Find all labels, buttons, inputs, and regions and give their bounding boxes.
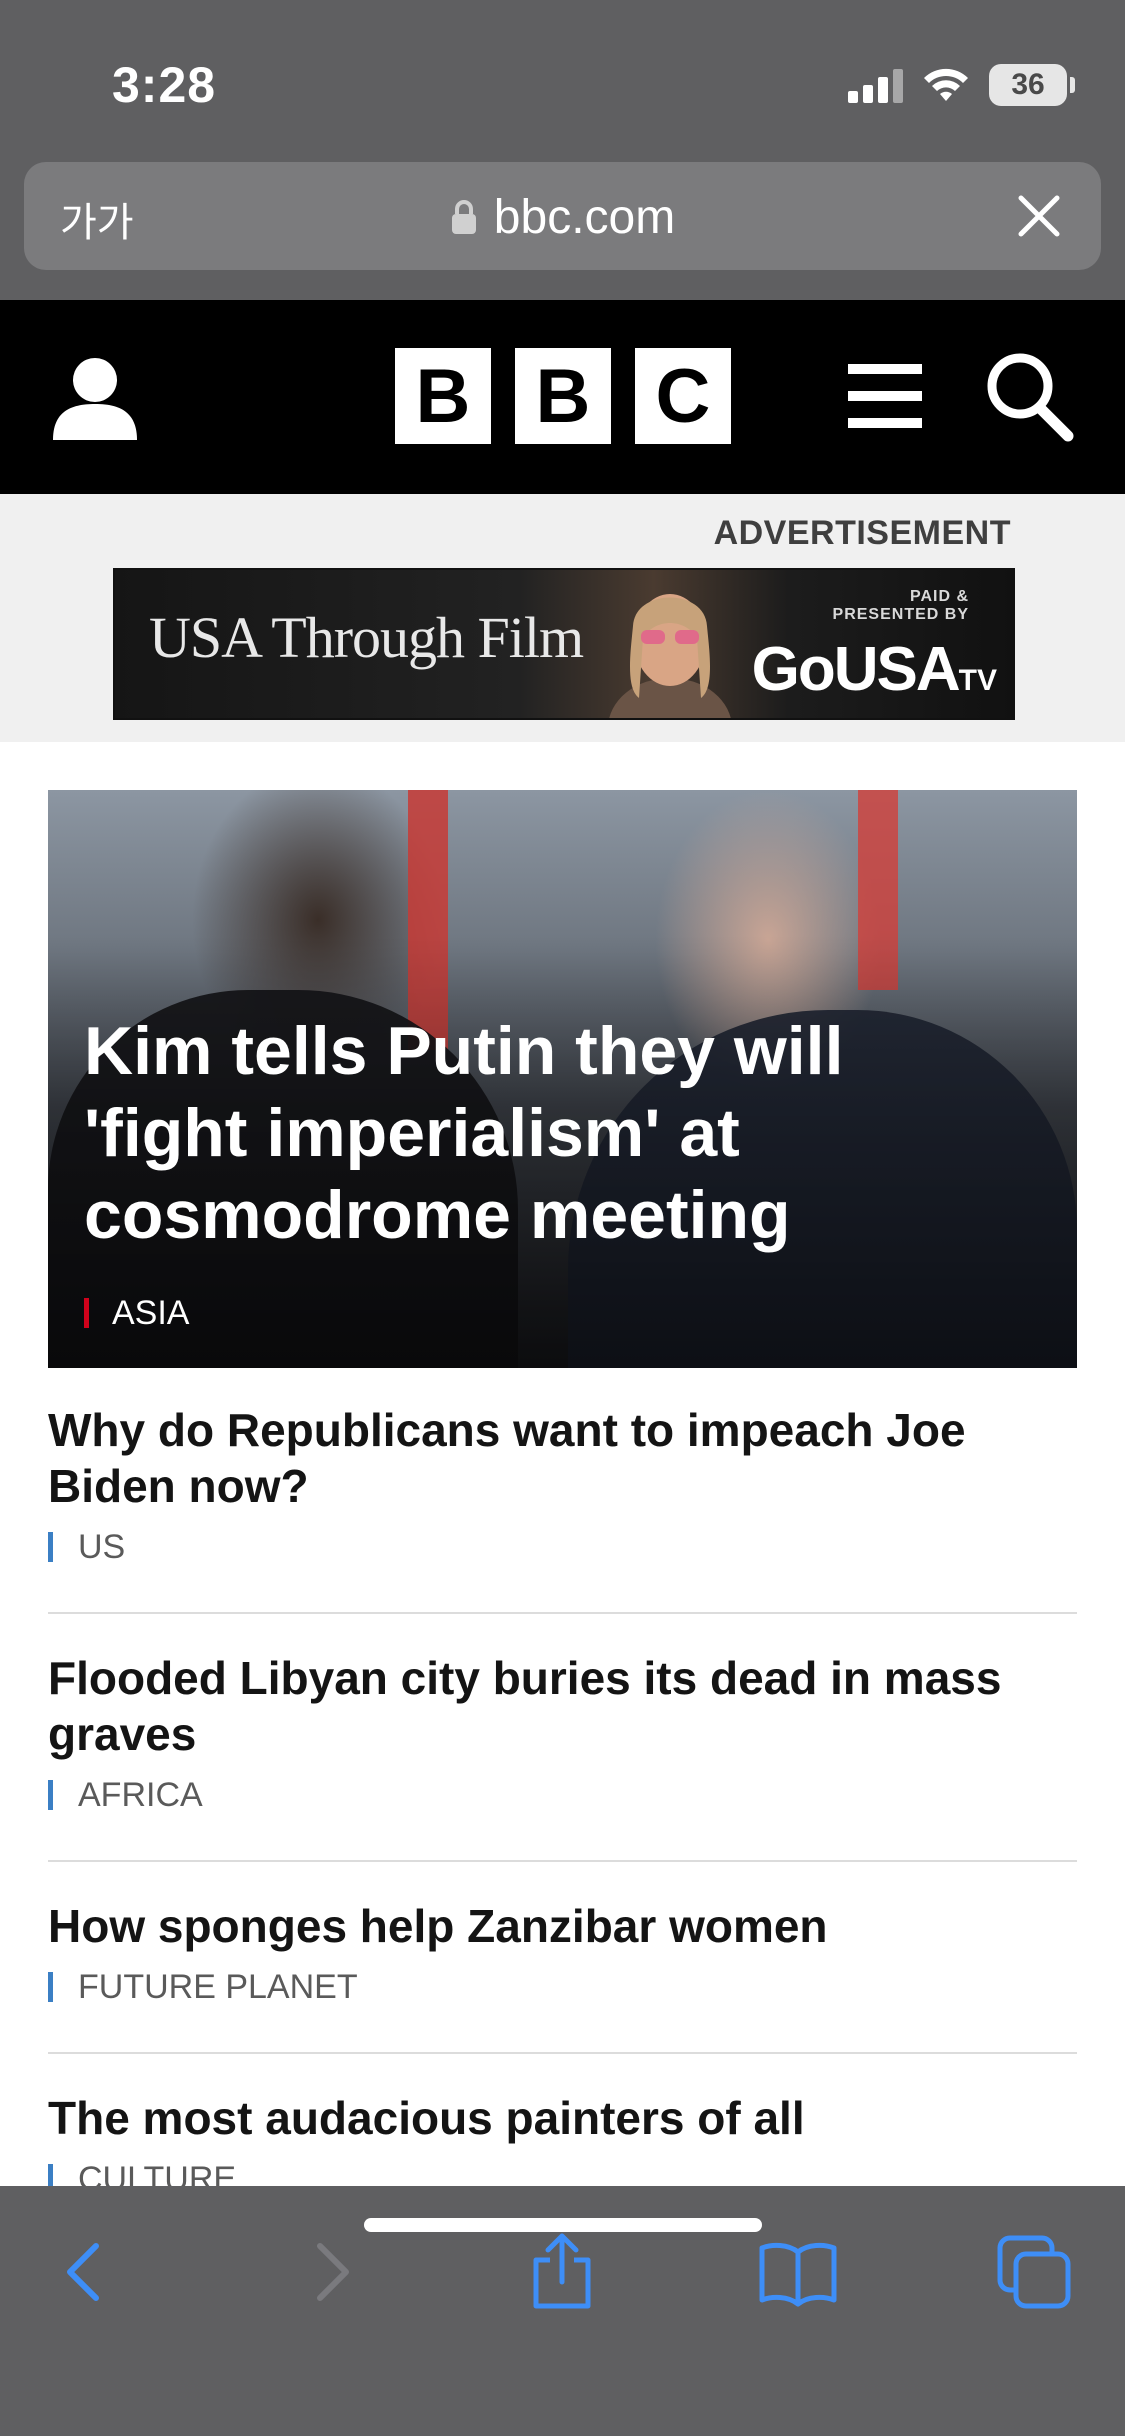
ad-brand-suffix: TV	[958, 664, 997, 697]
lock-icon	[451, 200, 476, 234]
story-section-tag[interactable]: CULTURE	[48, 2160, 1077, 2186]
news-feed: Kim tells Putin they will 'fight imperia…	[0, 742, 1125, 2186]
divider	[48, 1860, 1077, 1862]
story-section-tag[interactable]: US	[48, 1528, 1077, 1567]
cellular-signal-icon	[848, 67, 903, 103]
account-icon[interactable]	[50, 352, 140, 442]
logo-letter: B	[395, 348, 491, 444]
divider	[48, 2052, 1077, 2054]
url-field[interactable]: bbc.com	[24, 190, 1101, 245]
ad-banner-title: USA Through Film	[149, 605, 584, 670]
advertisement-area: ADVERTISEMENT USA Through Film PAID & PR…	[0, 494, 1125, 742]
advertisement-label: ADVERTISEMENT	[713, 514, 1011, 552]
bookmarks-icon[interactable]	[758, 2232, 838, 2312]
wifi-icon	[924, 68, 968, 101]
forward-icon[interactable]	[288, 2232, 368, 2312]
ad-person-image	[609, 594, 731, 718]
ad-paid-line: PAID &	[909, 588, 969, 605]
list-item[interactable]: Flooded Libyan city buries its dead in m…	[48, 1650, 1077, 1815]
battery-indicator: 36	[989, 64, 1075, 106]
search-icon[interactable]	[984, 350, 1074, 442]
ad-brand-logo: GoUSATV	[752, 634, 997, 705]
status-time: 3:28	[112, 57, 217, 113]
url-text: bbc.com	[493, 191, 676, 244]
list-item[interactable]: The most audacious painters of all CULTU…	[48, 2090, 1077, 2186]
hero-story[interactable]: Kim tells Putin they will 'fight imperia…	[48, 790, 1077, 1368]
story-section-tag[interactable]: FUTURE PLANET	[48, 1968, 1077, 2007]
story-headline[interactable]: How sponges help Zanzibar women	[48, 1898, 1077, 1954]
bbc-header: B B C	[0, 300, 1125, 494]
hero-section-tag[interactable]: ASIA	[84, 1294, 189, 1333]
logo-letter: B	[515, 348, 611, 444]
ad-brand-name: GoUSA	[751, 635, 961, 704]
ad-paid-line: PRESENTED BY	[832, 606, 969, 623]
story-headline[interactable]: Flooded Libyan city buries its dead in m…	[48, 1650, 1077, 1762]
list-item[interactable]: Why do Republicans want to impeach Joe B…	[48, 1402, 1077, 1567]
hero-headline[interactable]: Kim tells Putin they will 'fight imperia…	[84, 1010, 1014, 1256]
story-headline[interactable]: Why do Republicans want to impeach Joe B…	[48, 1402, 1077, 1514]
bbc-logo[interactable]: B B C	[395, 348, 731, 444]
address-bar[interactable]: 가가 bbc.com	[24, 162, 1101, 270]
ad-banner[interactable]: USA Through Film PAID & PRESENTED BY GoU…	[113, 568, 1015, 720]
share-icon[interactable]	[522, 2232, 602, 2312]
ad-paid-notice: PAID & PRESENTED BY	[833, 588, 969, 624]
close-icon[interactable]	[1013, 190, 1065, 242]
list-item[interactable]: How sponges help Zanzibar women FUTURE P…	[48, 1898, 1077, 2007]
status-bar: 3:28 36	[0, 0, 1125, 160]
story-section-tag[interactable]: AFRICA	[48, 1776, 1077, 1815]
divider	[48, 1612, 1077, 1614]
menu-icon[interactable]	[848, 360, 922, 432]
tabs-icon[interactable]	[994, 2232, 1074, 2312]
home-indicator	[364, 2218, 762, 2232]
status-icons: 36	[848, 64, 1075, 106]
story-headline[interactable]: The most audacious painters of all	[48, 2090, 1077, 2146]
logo-letter: C	[635, 348, 731, 444]
back-icon[interactable]	[48, 2232, 128, 2312]
